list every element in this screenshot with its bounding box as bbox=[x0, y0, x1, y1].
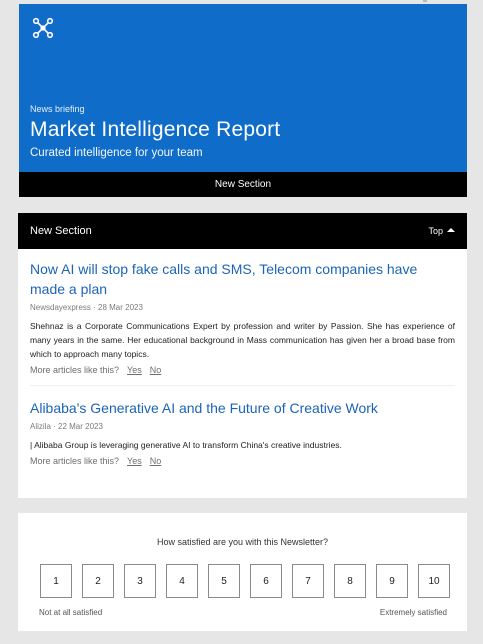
network-nodes-icon bbox=[32, 17, 54, 39]
nav-item-new-section[interactable]: New Section bbox=[215, 179, 271, 190]
article-2-more-prompt: More articles like this? bbox=[30, 456, 120, 466]
article-1-no-link[interactable]: No bbox=[150, 365, 162, 375]
nav-bar: New Section bbox=[19, 172, 467, 197]
top-right-mark bbox=[423, 0, 427, 2]
section-title: New Section bbox=[30, 225, 92, 237]
article-1-feedback: More articles like this? Yes No bbox=[30, 365, 455, 375]
rating-6-button[interactable]: 6 bbox=[250, 564, 282, 598]
article-2-feedback: More articles like this? Yes No bbox=[30, 456, 455, 466]
news-section-card: New Section Top Now AI will stop fake ca… bbox=[18, 213, 467, 498]
article-2-no-link[interactable]: No bbox=[150, 456, 162, 466]
article-1-snippet: Shehnaz is a Corporate Communications Ex… bbox=[30, 321, 455, 359]
rating-3-button[interactable]: 3 bbox=[124, 564, 156, 598]
hero-eyebrow: News briefing bbox=[30, 104, 85, 114]
rating-scale: 1 2 3 4 5 6 7 8 9 10 bbox=[40, 564, 450, 600]
triangle-up-icon bbox=[447, 228, 455, 232]
rating-low-label: Not at all satisfied bbox=[39, 608, 103, 617]
rating-4-button[interactable]: 4 bbox=[166, 564, 198, 598]
article-2-headline[interactable]: Alibaba's Generative AI and the Future o… bbox=[30, 398, 455, 418]
rating-8-button[interactable]: 8 bbox=[334, 564, 366, 598]
satisfaction-survey: How satisfied are you with this Newslett… bbox=[18, 513, 467, 631]
top-label[interactable]: Top bbox=[428, 226, 443, 236]
rating-9-button[interactable]: 9 bbox=[376, 564, 408, 598]
article-2: Alibaba's Generative AI and the Future o… bbox=[18, 386, 467, 466]
article-1-yes-link[interactable]: Yes bbox=[127, 365, 142, 375]
survey-question: How satisfied are you with this Newslett… bbox=[156, 537, 329, 547]
article-1: Now AI will stop fake calls and SMS, Tel… bbox=[18, 249, 467, 375]
article-1-more-prompt: More articles like this? bbox=[30, 365, 120, 375]
article-1-meta: Newsdayexpress · 28 Mar 2023 bbox=[30, 303, 143, 312]
hero-subtitle: Curated intelligence for your team bbox=[30, 147, 203, 159]
article-2-meta: Alizila · 22 Mar 2023 bbox=[30, 422, 103, 431]
newsletter-hero: News briefing Market Intelligence Report… bbox=[19, 4, 467, 172]
rating-high-label: Extremely satisfied bbox=[379, 608, 447, 617]
section-header: New Section Top bbox=[18, 213, 467, 249]
article-1-headline[interactable]: Now AI will stop fake calls and SMS, Tel… bbox=[30, 259, 455, 299]
top-link[interactable]: Top bbox=[428, 226, 455, 236]
rating-1-button[interactable]: 1 bbox=[40, 564, 72, 598]
article-2-snippet: | Alibaba Group is leveraging generative… bbox=[30, 440, 342, 450]
hero-title: Market Intelligence Report bbox=[30, 118, 281, 141]
article-2-yes-link[interactable]: Yes bbox=[127, 456, 142, 466]
rating-10-button[interactable]: 10 bbox=[418, 564, 450, 598]
rating-labels: Not at all satisfied Extremely satisfied bbox=[39, 608, 447, 617]
rating-7-button[interactable]: 7 bbox=[292, 564, 324, 598]
rating-2-button[interactable]: 2 bbox=[82, 564, 114, 598]
rating-5-button[interactable]: 5 bbox=[208, 564, 240, 598]
